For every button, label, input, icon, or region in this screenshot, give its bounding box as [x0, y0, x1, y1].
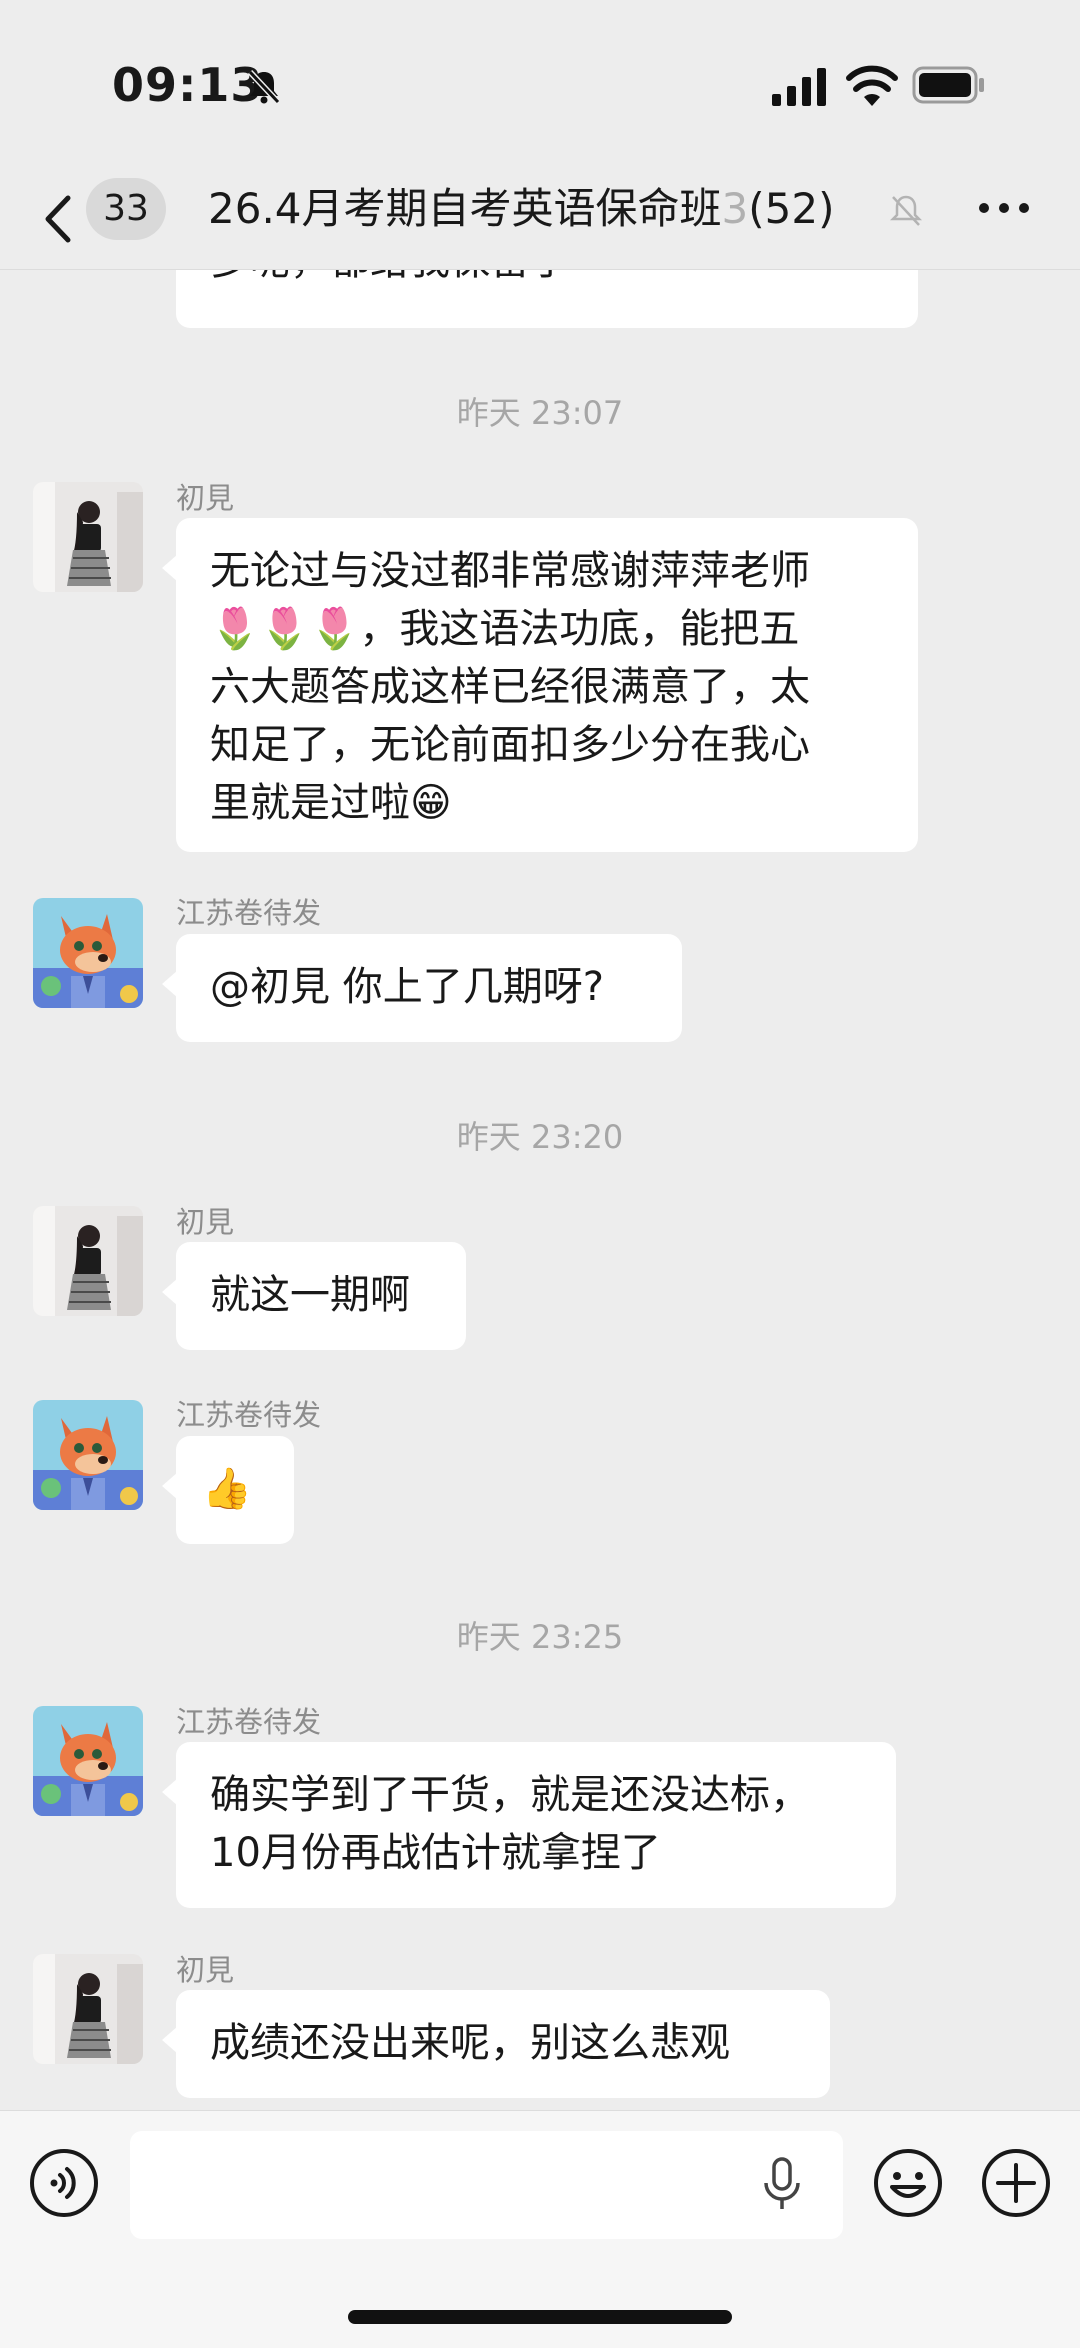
chat-title[interactable]: 26.4月考期自考英语保命班3(52)	[208, 178, 928, 240]
message-list[interactable]: 多呢，都给我保留了 昨天 23:07 初見 无论过与没过都非常感谢萍萍老师 🌷🌷…	[0, 270, 1080, 2110]
sender-name: 江苏卷待发	[176, 1705, 322, 1739]
bell-slash-icon	[889, 195, 923, 226]
message-bubble[interactable]: 就这一期啊	[162, 1242, 466, 1350]
avatar[interactable]	[33, 1954, 143, 2064]
home-indicator[interactable]	[348, 2310, 732, 2324]
wifi-icon	[846, 65, 898, 106]
chat-title-main: 26.4月考期自考英语保命班	[208, 184, 722, 233]
message-text: @初見 你上了几期呀?	[210, 964, 604, 1010]
message-text-line: 确实学到了干货，就是还没达标，	[210, 1772, 810, 1818]
battery-icon	[912, 66, 984, 104]
thumbs-up-emoji: 👍	[202, 1466, 252, 1512]
avatar[interactable]	[33, 898, 143, 1008]
message-bubble[interactable]: 确实学到了干货，就是还没达标， 10月份再战估计就拿捏了	[162, 1742, 896, 1908]
avatar[interactable]	[33, 1206, 143, 1316]
message-bubble[interactable]: 多呢，都给我保留了	[176, 270, 918, 328]
member-count: (52)	[748, 184, 835, 233]
avatar[interactable]	[33, 1400, 143, 1510]
message-bubble[interactable]: @初見 你上了几期呀?	[162, 934, 682, 1042]
bubble-tail	[162, 970, 178, 998]
emoji-icon[interactable]	[872, 2147, 944, 2219]
chat-screen: 09:13 33 26.4月考期自考英语保命班3(52) 昨天 23:07 初見…	[0, 0, 1080, 2348]
message-text: 成绩还没出来呢，别这么悲观	[210, 2020, 730, 2066]
bubble-tail	[162, 2026, 178, 2054]
timestamp: 昨天 23:20	[456, 1118, 624, 1156]
avatar[interactable]	[33, 1706, 143, 1816]
message-bubble[interactable]: 成绩还没出来呢，别这么悲观	[162, 1990, 830, 2098]
message-input[interactable]	[130, 2131, 843, 2239]
signal-icon	[772, 68, 826, 106]
voice-mode-icon[interactable]	[28, 2147, 100, 2219]
timestamp: 昨天 23:25	[456, 1618, 624, 1656]
more-dots-icon[interactable]	[976, 188, 1032, 228]
microphone-icon[interactable]	[760, 2155, 804, 2215]
message-bubble[interactable]: 无论过与没过都非常感谢萍萍老师 🌷🌷🌷，我这语法功底，能把五 六大题答成这样已经…	[162, 518, 918, 852]
bubble-tail	[162, 1778, 178, 1806]
message-text-line: 🌷🌷🌷，我这语法功底，能把五	[210, 606, 800, 652]
sender-name: 初見	[176, 481, 235, 515]
sender-name: 江苏卷待发	[176, 1398, 322, 1432]
message-text-line: 知足了，无论前面扣多少分在我心	[210, 722, 810, 768]
avatar[interactable]	[33, 482, 143, 592]
chat-header: 33 26.4月考期自考英语保命班3(52)	[0, 170, 1080, 270]
status-bar: 09:13	[0, 0, 1080, 170]
message-text-line: 里就是过啦😁	[210, 780, 452, 826]
message-text-line: 六大题答成这样已经很满意了，太	[210, 664, 810, 710]
message-text-line: 无论过与没过都非常感谢萍萍老师	[210, 548, 810, 594]
status-time: 09:13	[112, 58, 264, 112]
chevron-left-icon[interactable]	[40, 192, 76, 246]
timestamp: 昨天 23:07	[456, 394, 624, 432]
bubble-tail	[162, 1278, 178, 1306]
message-bubble[interactable]: 👍	[162, 1436, 294, 1544]
bubble-tail	[162, 554, 178, 582]
sender-name: 江苏卷待发	[176, 896, 322, 930]
message-text: 就这一期啊	[210, 1272, 410, 1318]
message-text-line: 10月份再战估计就拿捏了	[210, 1830, 661, 1876]
bell-slash-icon	[247, 69, 281, 105]
sender-name: 初見	[176, 1205, 235, 1239]
bubble-tail	[162, 1472, 178, 1500]
sender-name: 初見	[176, 1953, 235, 1987]
plus-icon[interactable]	[980, 2147, 1052, 2219]
unread-count-badge[interactable]: 33	[86, 178, 166, 240]
message-text: 多呢，都给我保留了	[210, 270, 570, 284]
chat-title-faded: 3	[721, 184, 749, 233]
